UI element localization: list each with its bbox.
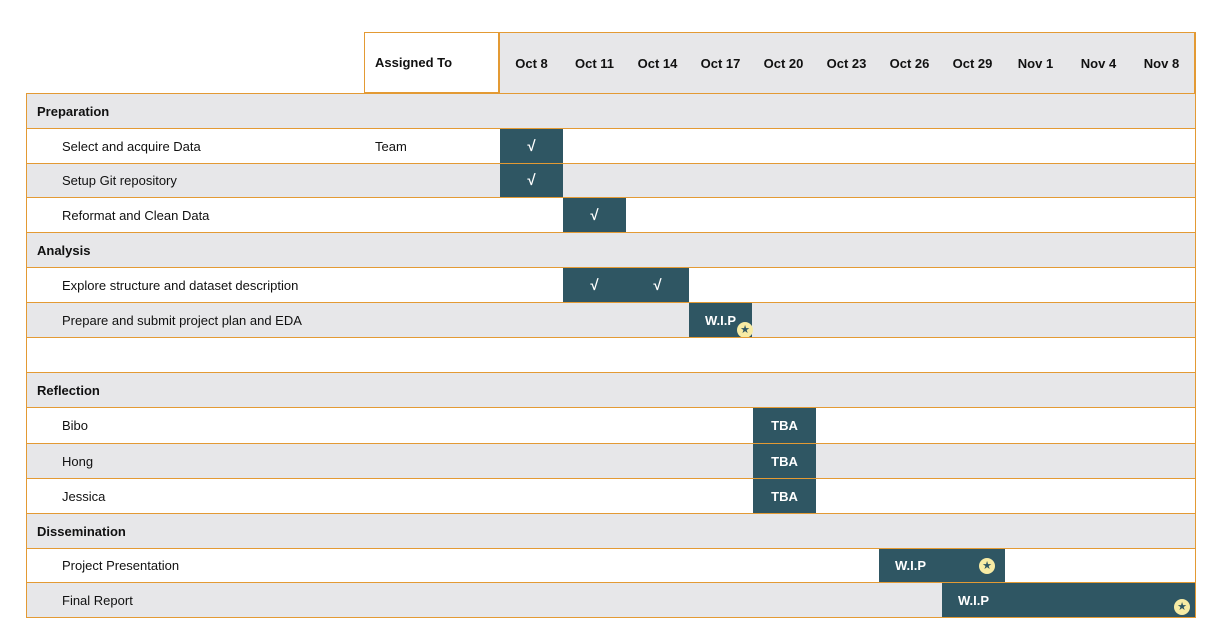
done-check: √ [590,276,599,294]
star-icon: ★ [979,558,995,574]
date-header-oct-17: Oct 17 [700,55,741,71]
section-row-analysis: Analysis [26,232,1196,267]
section-label: Reflection [37,382,100,398]
done-check: √ [527,137,536,155]
date-header-oct-8: Oct 8 [515,55,548,71]
task-bar[interactable]: W.I.P ★ [879,549,1005,582]
task-row-jessica[interactable]: Jessica TBA [26,478,1196,513]
assigned-to-header: Assigned To [364,32,500,93]
section-row-dissemination: Dissemination [26,513,1196,548]
task-row-setup-git[interactable]: Setup Git repository √ [26,163,1196,197]
assigned-to-cell: Team [375,138,407,154]
star-icon: ★ [1174,599,1190,615]
task-bar[interactable]: TBA [753,479,816,513]
task-row-explore[interactable]: Explore structure and dataset descriptio… [26,267,1196,302]
star-icon: ★ [737,322,753,338]
task-label: Final Report [62,592,133,608]
task-label: Explore structure and dataset descriptio… [62,277,299,293]
spacer-row [26,337,1196,372]
date-header-oct-29: Oct 29 [952,55,993,71]
task-row-final-report[interactable]: Final Report W.I.P ★ [26,582,1196,618]
task-label: Jessica [62,488,106,504]
status-label-wip: W.I.P [894,558,927,573]
task-label: Hong [62,453,94,469]
done-check: √ [590,206,599,224]
assigned-to-header-label: Assigned To [375,55,453,70]
date-header-nov-8: Nov 8 [1143,55,1180,71]
date-header-oct-26: Oct 26 [889,55,930,71]
task-label: Bibo [62,418,89,433]
status-label-tba: TBA [771,488,798,504]
task-bar[interactable]: √ [500,129,563,163]
section-label: Analysis [37,242,91,258]
section-row-preparation: Preparation [26,93,1196,128]
task-row-reformat[interactable]: Reformat and Clean Data √ [26,197,1196,232]
task-bar[interactable]: W.I.P ★ [689,303,753,338]
date-header-oct-11: Oct 11 [574,55,615,71]
timeline-header: Oct 8 Oct 11 Oct 14 Oct 17 Oct 20 Oct 23… [500,32,1196,93]
date-header-nov-4: Nov 4 [1080,55,1117,71]
task-bar[interactable]: √ √ [563,268,689,302]
date-header-nov-1: Nov 1 [1017,55,1054,71]
section-row-reflection: Reflection [26,372,1196,407]
task-row-prepare-plan[interactable]: Prepare and submit project plan and EDA … [26,302,1196,338]
task-label: Project Presentation [62,558,180,573]
status-label-tba: TBA [771,418,798,433]
date-header-oct-20: Oct 20 [763,55,804,71]
task-label: Setup Git repository [62,173,177,188]
done-check: √ [527,172,536,189]
task-row-select-data[interactable]: Select and acquire Data Team √ [26,128,1196,163]
task-label: Prepare and submit project plan and EDA [62,312,302,328]
task-label: Reformat and Clean Data [62,207,210,223]
section-label: Dissemination [37,523,126,539]
done-check: √ [653,276,662,294]
task-bar[interactable]: W.I.P ★ [942,583,1195,617]
task-bar[interactable]: TBA [753,408,816,443]
task-row-hong[interactable]: Hong TBA [26,443,1196,478]
section-label: Preparation [37,103,110,119]
task-row-presentation[interactable]: Project Presentation W.I.P ★ [26,548,1196,582]
status-label-tba: TBA [771,453,798,469]
task-bar[interactable]: TBA [753,444,816,478]
task-label: Select and acquire Data [62,138,201,154]
date-header-oct-14: Oct 14 [637,55,678,71]
task-bar[interactable]: √ [500,164,563,197]
task-row-bibo[interactable]: Bibo TBA [26,407,1196,443]
status-label-wip: W.I.P [957,592,990,608]
task-bar[interactable]: √ [563,198,626,232]
date-header-oct-23: Oct 23 [826,55,867,71]
